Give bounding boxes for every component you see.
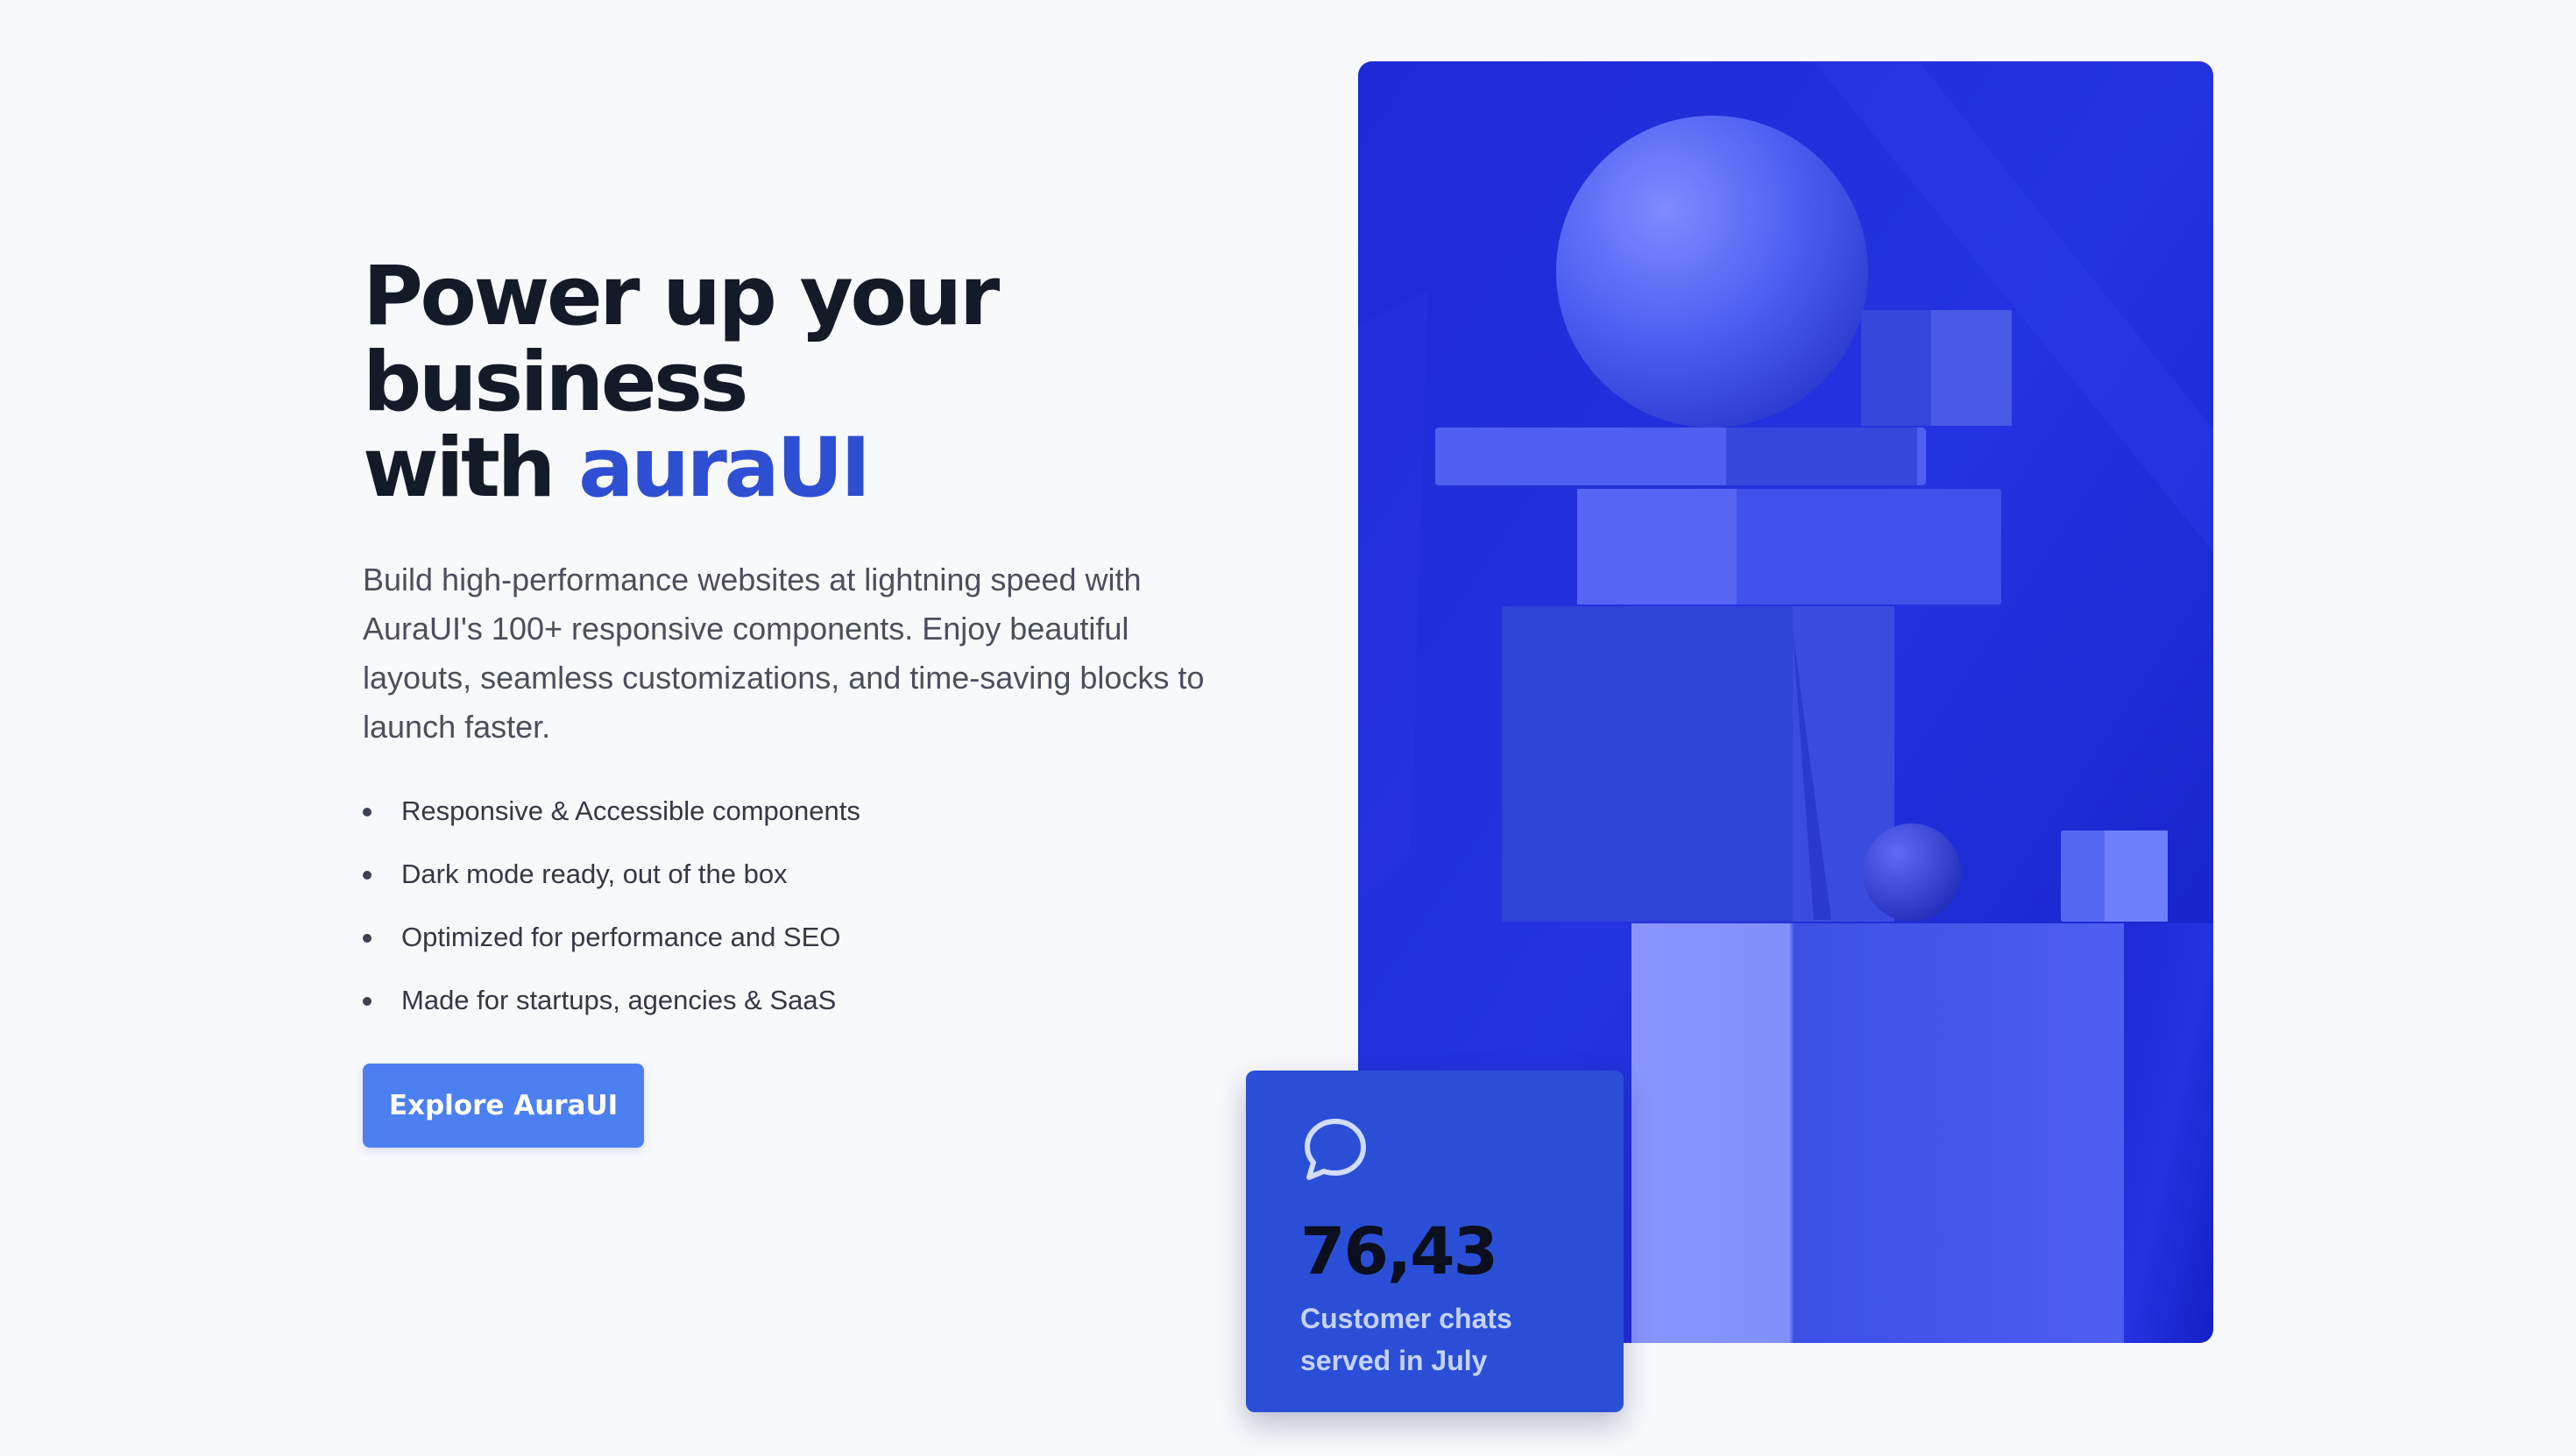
feature-item: Made for startups, agencies & SaaS xyxy=(363,983,1239,1018)
stat-value: 76,43 xyxy=(1300,1214,1498,1290)
headline-line-1: Power up your xyxy=(363,249,1000,344)
stat-card: 76,43 Customer chats served in July xyxy=(1246,1071,1624,1412)
headline-line-3: with auraUI xyxy=(363,426,1239,512)
feature-item: Optimized for performance and SEO xyxy=(363,920,1239,955)
hero-description: Build high-performance websites at light… xyxy=(363,562,1205,745)
stat-label: Customer chats served in July xyxy=(1300,1303,1512,1376)
feature-item: Dark mode ready, out of the box xyxy=(363,857,1239,892)
headline-line-2: business xyxy=(363,335,748,430)
headline-brand-name: auraUI xyxy=(578,421,871,516)
hero-section: Power up your business with auraUI Build… xyxy=(0,0,2576,1456)
hero-headline: Power up your business with auraUI xyxy=(363,254,1239,512)
headline-with-text: with xyxy=(363,421,579,516)
explore-auraui-button[interactable]: Explore AuraUI xyxy=(363,1064,644,1148)
hero-text-column: Power up your business with auraUI Build… xyxy=(363,254,1239,1046)
chat-bubble-icon xyxy=(1305,1119,1366,1180)
feature-list: Responsive & Accessible components Dark … xyxy=(363,794,1239,1018)
feature-item: Responsive & Accessible components xyxy=(363,794,1239,829)
